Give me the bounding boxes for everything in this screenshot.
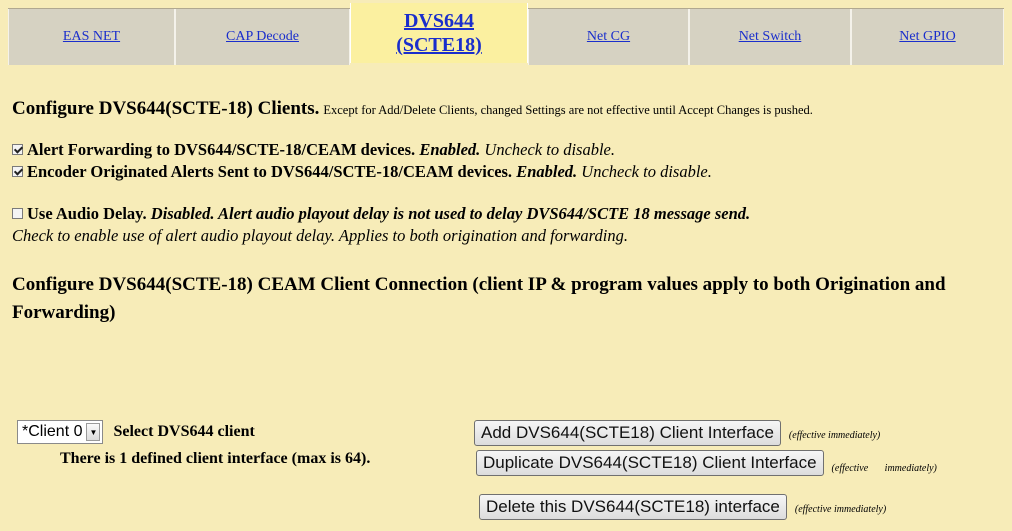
client-actions: Add DVS644(SCTE18) Client Interface (eff… [474, 420, 1004, 520]
encoder-alerts-row: Encoder Originated Alerts Sent to DVS644… [12, 161, 997, 183]
tab-dvs644-link[interactable]: DVS644 (SCTE18) [396, 9, 482, 57]
configure-section: Configure DVS644(SCTE-18) Clients. Excep… [12, 98, 997, 121]
encoder-alerts-label: Encoder Originated Alerts Sent to DVS644… [27, 162, 513, 181]
alert-forwarding-row: Alert Forwarding to DVS644/SCTE-18/CEAM … [12, 139, 997, 161]
client-select[interactable]: *Client 0 ▼ [17, 420, 104, 444]
select-client-label: Select DVS644 client [113, 423, 255, 440]
tab-dvs644-line1: DVS644 [403, 10, 474, 32]
audio-delay-state: Disabled. Alert audio playout delay is n… [150, 204, 751, 223]
configure-note: Except for Add/Delete Clients, changed S… [323, 103, 813, 117]
configure-title: Configure DVS644(SCTE-18) Clients. [12, 98, 320, 119]
tab-eas-net[interactable]: EAS NET [8, 9, 175, 65]
tab-net-switch[interactable]: Net Switch [689, 9, 851, 65]
tab-dvs644-line2: (SCTE18) [396, 34, 482, 56]
encoder-alerts-hint: Uncheck to disable. [581, 162, 712, 181]
client-select-area: *Client 0 ▼ Select DVS644 client There i… [17, 420, 467, 470]
tab-dvs644[interactable]: DVS644 (SCTE18) [350, 3, 528, 63]
alert-forwarding-checkbox[interactable] [12, 144, 23, 156]
add-client-button[interactable]: Add DVS644(SCTE18) Client Interface [474, 420, 781, 446]
encoder-alerts-state: Enabled. [516, 162, 578, 181]
audio-delay-hint: Check to enable use of alert audio playo… [12, 226, 628, 245]
tab-net-cg[interactable]: Net CG [528, 9, 689, 65]
delete-client-button[interactable]: Delete this DVS644(SCTE18) interface [479, 494, 787, 520]
chevron-down-icon[interactable]: ▼ [86, 423, 101, 441]
tab-net-gpio-link[interactable]: Net GPIO [899, 29, 955, 45]
tab-net-cg-link[interactable]: Net CG [587, 29, 630, 45]
tab-net-gpio[interactable]: Net GPIO [851, 9, 1004, 65]
duplicate-client-button[interactable]: Duplicate DVS644(SCTE18) Client Interfac… [476, 450, 824, 476]
alert-forwarding-state: Enabled. [419, 140, 481, 159]
delete-effective-note: (effective immediately) [794, 504, 887, 515]
client-select-value: *Client 0 [22, 423, 83, 440]
tab-cap-decode-link[interactable]: CAP Decode [226, 29, 299, 45]
encoder-alerts-checkbox[interactable] [12, 166, 23, 178]
main-content: Configure DVS644(SCTE-18) Clients. Excep… [12, 98, 997, 327]
forwarding-options: Alert Forwarding to DVS644/SCTE-18/CEAM … [12, 139, 997, 183]
audio-delay-row: Use Audio Delay. Disabled. Alert audio p… [12, 203, 997, 247]
tab-net-switch-link[interactable]: Net Switch [739, 29, 802, 45]
connection-title: Configure DVS644(SCTE-18) CEAM Client Co… [12, 274, 946, 323]
tab-bar: EAS NET CAP Decode DVS644 (SCTE18) Net CG… [8, 3, 1004, 65]
tab-eas-net-link[interactable]: EAS NET [63, 29, 120, 45]
audio-delay-checkbox[interactable] [12, 208, 23, 220]
client-count-text: There is 1 defined client interface (max… [60, 450, 371, 467]
audio-delay-label: Use Audio Delay. [27, 204, 147, 223]
tab-cap-decode[interactable]: CAP Decode [175, 9, 350, 65]
alert-forwarding-label: Alert Forwarding to DVS644/SCTE-18/CEAM … [27, 140, 416, 159]
duplicate-effective-note: (effective immediately) [831, 463, 937, 474]
alert-forwarding-hint: Uncheck to disable. [484, 140, 615, 159]
add-effective-note: (effective immediately) [788, 430, 881, 441]
